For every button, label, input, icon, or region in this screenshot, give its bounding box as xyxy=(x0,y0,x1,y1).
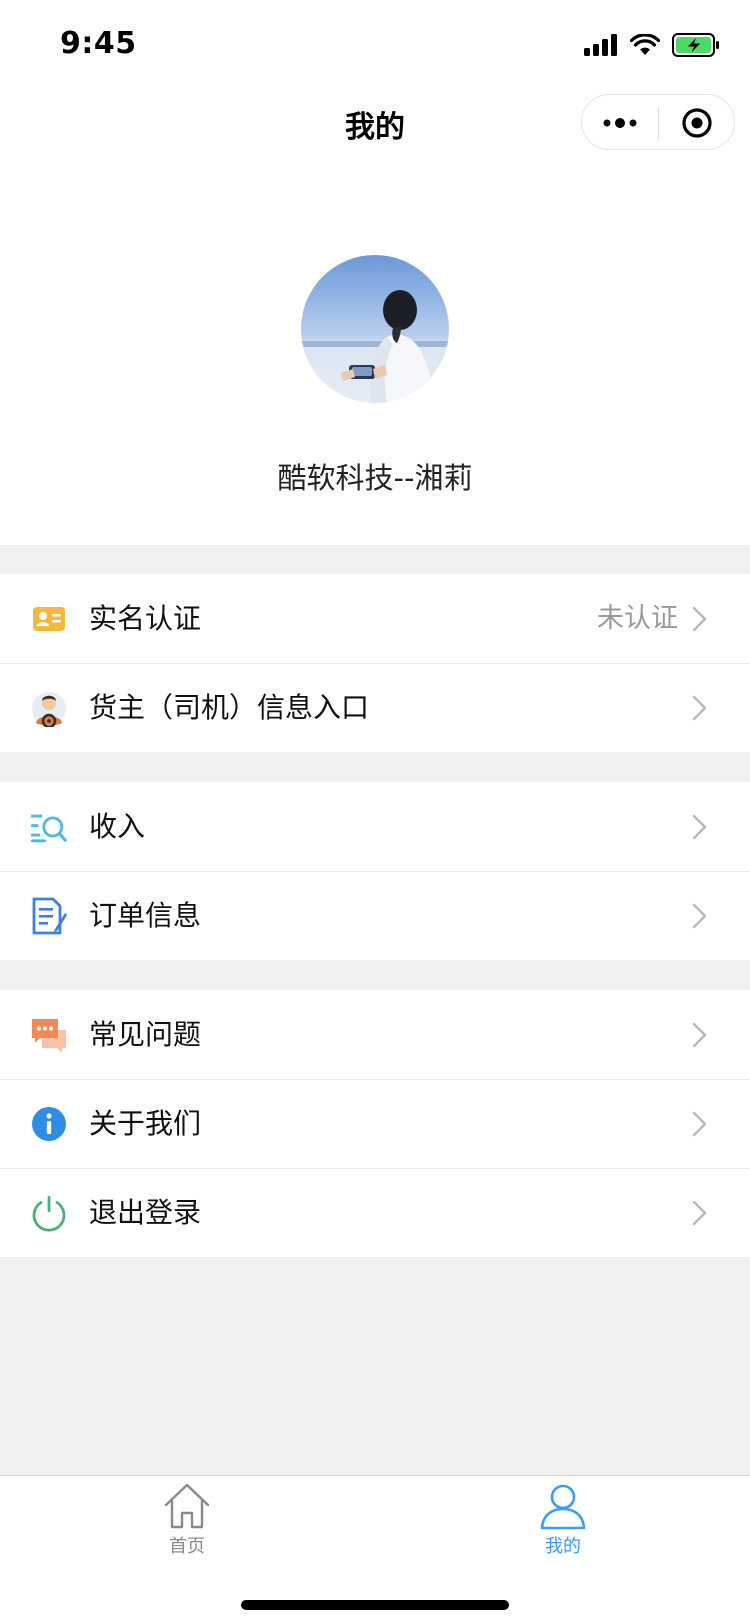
chevron-right-icon xyxy=(692,1111,707,1137)
menu-item-real-name-auth[interactable]: 实名认证 未认证 xyxy=(0,574,750,663)
status-time: 9:45 xyxy=(60,26,137,61)
menu-group-verification: 实名认证 未认证 货主（司机）信息入口 xyxy=(0,574,750,752)
chevron-right-icon xyxy=(692,903,707,929)
tab-mine[interactable]: 我的 xyxy=(483,1482,643,1562)
user-icon xyxy=(540,1484,586,1530)
id-card-icon xyxy=(30,600,68,638)
menu-item-order-info[interactable]: 订单信息 xyxy=(0,871,750,960)
menu-item-label: 关于我们 xyxy=(89,1107,202,1140)
wifi-icon xyxy=(630,34,660,55)
tab-mine-label: 我的 xyxy=(545,1536,581,1557)
info-icon xyxy=(30,1105,68,1143)
chevron-right-icon xyxy=(692,695,707,721)
profile-section: 酷软科技--湘莉 xyxy=(0,160,750,545)
faq-chat-icon xyxy=(30,1016,68,1054)
miniprogram-capsule xyxy=(581,94,735,150)
more-dots-icon xyxy=(603,118,637,128)
target-close-icon xyxy=(682,108,712,138)
income-search-icon xyxy=(30,808,68,846)
status-bar: 9:45 xyxy=(0,0,750,88)
status-icons xyxy=(584,30,720,60)
close-miniprogram-button[interactable] xyxy=(659,95,735,151)
menu-group-support: 常见问题 关于我们 退出登录 xyxy=(0,990,750,1257)
menu-item-label: 退出登录 xyxy=(89,1196,202,1229)
username: 酷软科技--湘莉 xyxy=(277,461,473,495)
battery-charging-icon xyxy=(672,33,719,57)
menu-item-label: 常见问题 xyxy=(89,1018,202,1051)
tab-home-label: 首页 xyxy=(169,1536,205,1557)
menu-group-business: 收入 订单信息 xyxy=(0,782,750,960)
chevron-right-icon xyxy=(692,814,707,840)
power-icon xyxy=(30,1194,68,1232)
signal-icon xyxy=(584,34,617,56)
menu-item-logout[interactable]: 退出登录 xyxy=(0,1168,750,1257)
tab-home[interactable]: 首页 xyxy=(107,1482,267,1562)
avatar[interactable] xyxy=(301,255,449,403)
order-document-icon xyxy=(30,897,68,935)
auth-status: 未认证 xyxy=(597,603,678,634)
chevron-right-icon xyxy=(692,606,707,632)
chevron-right-icon xyxy=(692,1200,707,1226)
menu-item-faq[interactable]: 常见问题 xyxy=(0,990,750,1079)
nav-bar: 我的 xyxy=(0,88,750,160)
menu-item-label: 实名认证 xyxy=(89,602,202,635)
menu-item-label: 订单信息 xyxy=(89,899,202,932)
chevron-right-icon xyxy=(692,1022,707,1048)
driver-icon xyxy=(30,689,68,727)
menu-item-driver-info[interactable]: 货主（司机）信息入口 xyxy=(0,663,750,752)
menu-item-income[interactable]: 收入 xyxy=(0,782,750,871)
home-indicator xyxy=(241,1600,509,1610)
more-button[interactable] xyxy=(582,95,658,151)
home-icon xyxy=(164,1483,210,1529)
menu-item-label: 货主（司机）信息入口 xyxy=(89,691,370,724)
menu-item-label: 收入 xyxy=(89,810,146,843)
menu-item-about-us[interactable]: 关于我们 xyxy=(0,1079,750,1168)
